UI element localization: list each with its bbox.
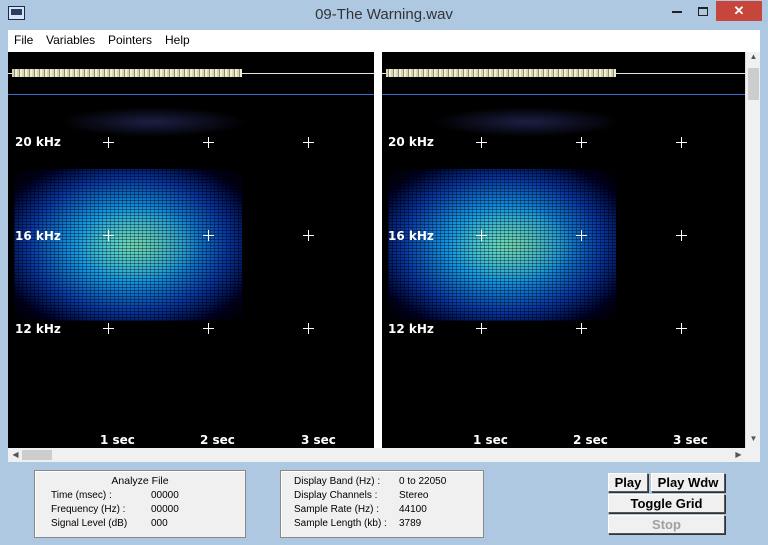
frequency-label: Frequency (Hz) : [51, 504, 126, 515]
play-button[interactable]: Play [608, 473, 648, 492]
freq-label-12khz: 12 kHz [15, 322, 61, 336]
grid-cross [676, 323, 687, 334]
maximize-icon [698, 7, 708, 17]
freq-label-16khz: 16 kHz [15, 229, 61, 243]
toggle-grid-button[interactable]: Toggle Grid [608, 494, 725, 513]
time-label-2sec: 2 sec [200, 433, 235, 447]
window-title: 09-The Warning.wav [315, 6, 453, 23]
grid-cross [576, 230, 587, 241]
freq-label-16khz: 16 kHz [388, 229, 434, 243]
grid-cross [576, 137, 587, 148]
vertical-scrollbar[interactable]: ▲ ▼ [745, 52, 760, 448]
grid-cross [676, 137, 687, 148]
spectrum-haze [432, 107, 622, 137]
sample-length-value: 3789 [399, 518, 422, 529]
analyze-file-panel: Analyze File Time (msec) : 00000 Frequen… [34, 470, 246, 538]
band-marker-line [382, 94, 748, 95]
freq-label-20khz: 20 kHz [388, 135, 434, 149]
grid-cross [576, 323, 587, 334]
grid-cross [203, 230, 214, 241]
grid-cross [103, 137, 114, 148]
grid-cross [303, 137, 314, 148]
menu-bar: File Variables Pointers Help [8, 30, 760, 50]
time-label-3sec: 3 sec [673, 433, 708, 447]
stop-button: Stop [608, 515, 725, 534]
display-channels-value: Stereo [399, 490, 429, 501]
grid-cross [476, 323, 487, 334]
menu-pointers[interactable]: Pointers [108, 33, 152, 47]
play-window-button[interactable]: Play Wdw [651, 473, 725, 492]
vertical-scroll-thumb[interactable] [748, 68, 759, 100]
grid-cross [303, 230, 314, 241]
grid-cross [303, 323, 314, 334]
menu-file[interactable]: File [14, 33, 33, 47]
menu-variables[interactable]: Variables [46, 33, 95, 47]
spectrum-body [14, 169, 242, 321]
scroll-left-icon[interactable]: ◀ [8, 450, 23, 459]
grid-cross [203, 323, 214, 334]
waveform-signal [386, 69, 616, 77]
grid-cross [103, 230, 114, 241]
waveform-signal [12, 69, 242, 77]
grid-cross [476, 137, 487, 148]
time-label-1sec: 1 sec [100, 433, 135, 447]
grid-cross [476, 230, 487, 241]
horizontal-scroll-thumb[interactable] [22, 450, 52, 460]
signal-level-label: Signal Level (dB) [51, 518, 128, 529]
horizontal-scrollbar[interactable]: ◀ ▶ [8, 448, 760, 462]
time-label-1sec: 1 sec [473, 433, 508, 447]
minimize-icon [672, 10, 682, 13]
time-label: Time (msec) : [51, 490, 112, 501]
freq-label-12khz: 12 kHz [388, 322, 434, 336]
display-band-value: 0 to 22050 [399, 476, 447, 487]
display-band-label: Display Band (Hz) : [294, 476, 381, 487]
time-label-3sec: 3 sec [301, 433, 336, 447]
maximize-button[interactable] [690, 1, 716, 21]
time-label-2sec: 2 sec [573, 433, 608, 447]
sample-rate-value: 44100 [399, 504, 427, 515]
spectrum-haze [58, 107, 248, 137]
analyze-file-heading: Analyze File [111, 475, 169, 487]
scroll-down-icon[interactable]: ▼ [746, 434, 761, 443]
time-value: 00000 [151, 490, 179, 501]
close-icon: ✕ [733, 3, 745, 18]
close-button[interactable]: ✕ [716, 1, 762, 21]
scroll-right-icon[interactable]: ▶ [731, 450, 746, 459]
signal-level-value: 000 [151, 518, 168, 529]
display-channels-label: Display Channels : [294, 490, 378, 501]
grid-cross [103, 323, 114, 334]
sample-rate-label: Sample Rate (Hz) : [294, 504, 380, 515]
display-info-panel: Display Band (Hz) : 0 to 22050 Display C… [280, 470, 484, 538]
spectrogram-left-channel[interactable]: 20 kHz 16 kHz 12 kHz 1 sec 2 sec 3 sec [8, 52, 374, 448]
grid-cross [676, 230, 687, 241]
frequency-value: 00000 [151, 504, 179, 515]
freq-label-20khz: 20 kHz [15, 135, 61, 149]
minimize-button[interactable] [664, 1, 690, 21]
title-bar: 09-The Warning.wav ✕ [0, 0, 768, 30]
spectrogram-right-channel[interactable]: 20 kHz 16 kHz 12 kHz 1 sec 2 sec 3 sec [382, 52, 748, 448]
band-marker-line [8, 94, 374, 95]
menu-help[interactable]: Help [165, 33, 190, 47]
spectrum-body [388, 169, 616, 321]
grid-cross [203, 137, 214, 148]
sample-length-label: Sample Length (kb) : [294, 518, 387, 529]
scroll-up-icon[interactable]: ▲ [746, 52, 761, 61]
